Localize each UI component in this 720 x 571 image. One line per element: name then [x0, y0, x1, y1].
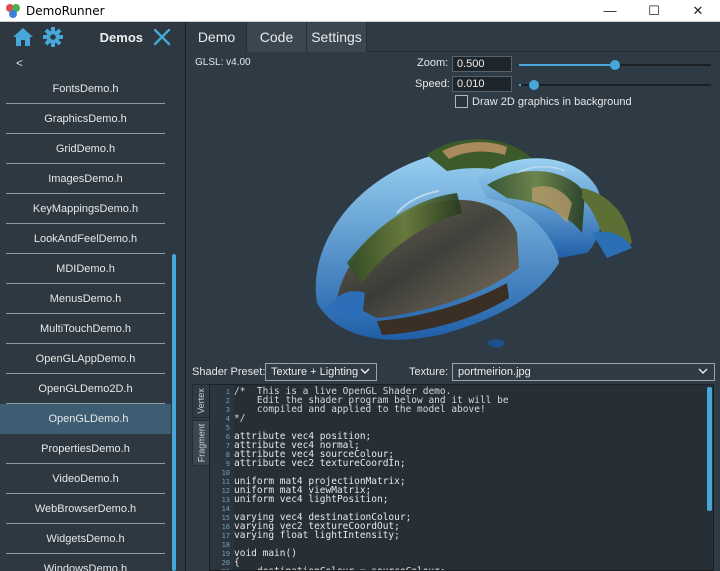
main-panel: Demo Code Settings GLSL: v4.00 Zoom: 0.5…: [187, 22, 720, 571]
code-line: 17 varying float lightIntensity;: [210, 530, 400, 541]
glsl-version-label: GLSL: v4.00: [195, 57, 251, 68]
tab-vertex[interactable]: Vertex: [192, 384, 210, 418]
speed-value-field[interactable]: 0.010: [452, 76, 512, 92]
sidebar-item[interactable]: GraphicsDemo.h: [6, 104, 165, 134]
shader-type-tabs: Vertex Fragment: [192, 384, 210, 571]
shader-preset-label: Shader Preset:: [192, 366, 266, 378]
shader-controls: Shader Preset: Texture + Lighting Textur…: [187, 362, 720, 384]
tab-code[interactable]: Code: [247, 22, 307, 52]
code-line: 19 void main(): [210, 548, 297, 559]
shader-code-editor[interactable]: 1/* This is a live OpenGL Shader demo. 2 …: [209, 384, 714, 571]
sidebar-item[interactable]: GridDemo.h: [6, 134, 165, 164]
tab-settings[interactable]: Settings: [307, 22, 367, 52]
chevron-down-icon: [360, 368, 370, 374]
opengl-render-view[interactable]: [187, 93, 720, 361]
sidebar-item[interactable]: LookAndFeelDemo.h: [6, 224, 165, 254]
speed-slider[interactable]: [519, 80, 711, 90]
code-line: 13 uniform vec4 lightPosition;: [210, 494, 389, 505]
title-bar: DemoRunner — ☐ ✕: [0, 0, 720, 22]
demo-content: GLSL: v4.00 Zoom: 0.500 Speed: 0.010 Dra…: [187, 53, 720, 571]
sidebar-title: Demos: [99, 29, 143, 45]
code-text: varying float lightIntensity;: [234, 530, 400, 541]
tab-fragment[interactable]: Fragment: [192, 420, 210, 466]
code-text: destinationColour = sourceColour;: [232, 566, 446, 570]
sidebar-item[interactable]: MenusDemo.h: [6, 284, 165, 314]
code-text: void main(): [234, 548, 297, 559]
shader-editor-panel: Vertex Fragment 1/* This is a live OpenG…: [192, 384, 717, 571]
sidebar-header: Demos: [0, 22, 185, 52]
sidebar-item[interactable]: OpenGLAppDemo.h: [6, 344, 165, 374]
speed-label: Speed:: [415, 78, 450, 90]
app-logo-icon: [6, 3, 20, 18]
speed-slider-thumb[interactable]: [529, 80, 539, 90]
chevron-down-icon: [698, 368, 708, 374]
sidebar-item[interactable]: OpenGLDemo.h: [0, 404, 171, 434]
demo-list: FontsDemo.h GraphicsDemo.h GridDemo.h Image…: [0, 74, 185, 571]
zoom-label: Zoom:: [417, 57, 449, 69]
code-line: 14: [210, 504, 234, 513]
close-window-button[interactable]: ✕: [676, 0, 720, 22]
speed-slider-fill: [519, 84, 521, 86]
window-controls: — ☐ ✕: [588, 0, 720, 22]
sidebar-item[interactable]: ImagesDemo.h: [6, 164, 165, 194]
sidebar-item[interactable]: MDIDemo.h: [6, 254, 165, 284]
home-icon[interactable]: [12, 26, 34, 48]
back-button[interactable]: <: [0, 52, 185, 74]
window-title: DemoRunner: [26, 3, 105, 18]
texture-value: portmeirion.jpg: [458, 366, 531, 378]
editor-scrollbar[interactable]: [707, 387, 712, 511]
code-line: 4 */: [210, 413, 246, 424]
tab-bar: Demo Code Settings: [187, 22, 720, 52]
shader-preset-value: Texture + Lighting: [271, 366, 359, 378]
sidebar-item[interactable]: WebBrowserDemo.h: [6, 494, 165, 524]
close-icon[interactable]: [153, 28, 171, 46]
code-text: attribute vec2 textureCoordIn;: [234, 458, 406, 469]
code-line: 21 destinationColour = sourceColour;: [210, 566, 446, 570]
sidebar: Demos < FontsDemo.h GraphicsDemo.h GridDem…: [0, 22, 186, 571]
code-text: uniform vec4 lightPosition;: [234, 494, 389, 505]
sidebar-item[interactable]: KeyMappingsDemo.h: [6, 194, 165, 224]
sidebar-item[interactable]: WindowsDemo.h: [6, 554, 165, 571]
tab-demo[interactable]: Demo: [187, 22, 247, 52]
code-line: 3 compiled and applied to the model abov…: [210, 404, 486, 415]
sidebar-item[interactable]: VideoDemo.h: [6, 464, 165, 494]
shader-preset-dropdown[interactable]: Texture + Lighting: [265, 363, 377, 381]
minimize-button[interactable]: —: [588, 0, 632, 22]
code-line: 10: [210, 468, 234, 477]
sidebar-item[interactable]: MultiTouchDemo.h: [6, 314, 165, 344]
code-line: 5: [210, 423, 234, 432]
code-text: compiled and applied to the model above!: [234, 404, 486, 415]
maximize-button[interactable]: ☐: [632, 0, 676, 22]
code-line: 18: [210, 540, 234, 549]
zoom-slider-fill: [519, 64, 615, 66]
zoom-slider-thumb[interactable]: [610, 60, 620, 70]
sidebar-item[interactable]: WidgetsDemo.h: [6, 524, 165, 554]
sidebar-item[interactable]: FontsDemo.h: [6, 74, 165, 104]
sidebar-item[interactable]: PropertiesDemo.h: [6, 434, 165, 464]
code-text: */: [234, 413, 246, 424]
code-line: 9 attribute vec2 textureCoordIn;: [210, 458, 406, 469]
gear-icon[interactable]: [42, 26, 64, 48]
zoom-value-field[interactable]: 0.500: [452, 56, 512, 72]
sidebar-scrollbar[interactable]: [172, 254, 176, 571]
zoom-slider[interactable]: [519, 60, 711, 70]
sidebar-item[interactable]: OpenGLDemo2D.h: [6, 374, 165, 404]
texture-label: Texture:: [409, 366, 449, 378]
texture-dropdown[interactable]: portmeirion.jpg: [452, 363, 715, 381]
